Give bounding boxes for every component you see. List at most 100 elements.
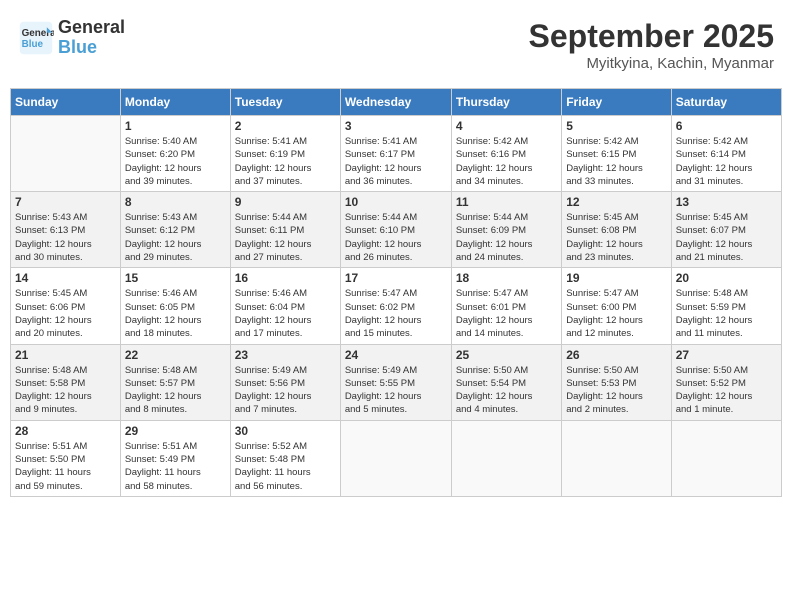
calendar-cell: 3 Sunrise: 5:41 AM Sunset: 6:17 PM Daylig…	[340, 116, 451, 192]
header-tuesday: Tuesday	[230, 89, 340, 116]
calendar-week-row: 1 Sunrise: 5:40 AM Sunset: 6:20 PM Daylig…	[11, 116, 782, 192]
cell-info: Sunrise: 5:47 AM Sunset: 6:01 PM Dayligh…	[456, 287, 557, 340]
day-number: 19	[566, 271, 666, 285]
day-number: 16	[235, 271, 336, 285]
cell-info: Sunrise: 5:44 AM Sunset: 6:11 PM Dayligh…	[235, 211, 336, 264]
cell-info: Sunrise: 5:51 AM Sunset: 5:50 PM Dayligh…	[15, 440, 116, 493]
calendar: SundayMondayTuesdayWednesdayThursdayFrid…	[10, 88, 782, 497]
logo: General Blue General Blue	[10, 10, 133, 66]
header-wednesday: Wednesday	[340, 89, 451, 116]
header-monday: Monday	[120, 89, 230, 116]
page-header: General Blue General Blue September 2025…	[10, 10, 782, 80]
day-number: 1	[125, 119, 226, 133]
day-number: 24	[345, 348, 447, 362]
calendar-cell: 28 Sunrise: 5:51 AM Sunset: 5:50 PM Dayli…	[11, 420, 121, 496]
day-number: 22	[125, 348, 226, 362]
day-number: 21	[15, 348, 116, 362]
calendar-cell: 15Sunrise: 5:46 AM Sunset: 6:05 PM Dayli…	[120, 268, 230, 344]
location-title: Myitkyina, Kachin, Myanmar	[529, 55, 774, 72]
calendar-cell: 8Sunrise: 5:43 AM Sunset: 6:12 PM Daylig…	[120, 192, 230, 268]
cell-info: Sunrise: 5:51 AM Sunset: 5:49 PM Dayligh…	[125, 440, 226, 493]
cell-info: Sunrise: 5:49 AM Sunset: 5:55 PM Dayligh…	[345, 364, 447, 417]
calendar-week-row: 7 Sunrise: 5:43 AM Sunset: 6:13 PM Daylig…	[11, 192, 782, 268]
calendar-week-row: 21 Sunrise: 5:48 AM Sunset: 5:58 PM Dayli…	[11, 344, 782, 420]
day-number: 29	[125, 424, 226, 438]
day-number: 17	[345, 271, 447, 285]
calendar-week-row: 14Sunrise: 5:45 AM Sunset: 6:06 PM Dayli…	[11, 268, 782, 344]
calendar-cell	[340, 420, 451, 496]
cell-info: Sunrise: 5:45 AM Sunset: 6:07 PM Dayligh…	[676, 211, 777, 264]
calendar-cell	[451, 420, 561, 496]
calendar-cell: 20 Sunrise: 5:48 AM Sunset: 5:59 PM Dayli…	[671, 268, 781, 344]
calendar-cell: 23 Sunrise: 5:49 AM Sunset: 5:56 PM Dayli…	[230, 344, 340, 420]
title-area: September 2025 Myitkyina, Kachin, Myanma…	[521, 10, 782, 80]
header-thursday: Thursday	[451, 89, 561, 116]
cell-info: Sunrise: 5:50 AM Sunset: 5:54 PM Dayligh…	[456, 364, 557, 417]
day-number: 18	[456, 271, 557, 285]
calendar-cell: 19 Sunrise: 5:47 AM Sunset: 6:00 PM Dayli…	[562, 268, 671, 344]
cell-info: Sunrise: 5:50 AM Sunset: 5:53 PM Dayligh…	[566, 364, 666, 417]
day-number: 13	[676, 195, 777, 209]
svg-text:Blue: Blue	[22, 39, 44, 50]
calendar-cell: 6 Sunrise: 5:42 AM Sunset: 6:14 PM Daylig…	[671, 116, 781, 192]
calendar-cell: 24 Sunrise: 5:49 AM Sunset: 5:55 PM Dayli…	[340, 344, 451, 420]
calendar-cell: 9 Sunrise: 5:44 AM Sunset: 6:11 PM Daylig…	[230, 192, 340, 268]
calendar-cell: 30Sunrise: 5:52 AM Sunset: 5:48 PM Dayli…	[230, 420, 340, 496]
calendar-cell: 18 Sunrise: 5:47 AM Sunset: 6:01 PM Dayli…	[451, 268, 561, 344]
cell-info: Sunrise: 5:44 AM Sunset: 6:09 PM Dayligh…	[456, 211, 557, 264]
calendar-cell: 12 Sunrise: 5:45 AM Sunset: 6:08 PM Dayli…	[562, 192, 671, 268]
calendar-cell: 25Sunrise: 5:50 AM Sunset: 5:54 PM Dayli…	[451, 344, 561, 420]
calendar-cell: 5Sunrise: 5:42 AM Sunset: 6:15 PM Daylig…	[562, 116, 671, 192]
cell-info: Sunrise: 5:41 AM Sunset: 6:17 PM Dayligh…	[345, 135, 447, 188]
cell-info: Sunrise: 5:48 AM Sunset: 5:59 PM Dayligh…	[676, 287, 777, 340]
cell-info: Sunrise: 5:42 AM Sunset: 6:14 PM Dayligh…	[676, 135, 777, 188]
cell-info: Sunrise: 5:40 AM Sunset: 6:20 PM Dayligh…	[125, 135, 226, 188]
cell-info: Sunrise: 5:47 AM Sunset: 6:00 PM Dayligh…	[566, 287, 666, 340]
cell-info: Sunrise: 5:48 AM Sunset: 5:58 PM Dayligh…	[15, 364, 116, 417]
logo-icon: General Blue	[18, 20, 54, 56]
cell-info: Sunrise: 5:41 AM Sunset: 6:19 PM Dayligh…	[235, 135, 336, 188]
day-number: 9	[235, 195, 336, 209]
calendar-cell: 13 Sunrise: 5:45 AM Sunset: 6:07 PM Dayli…	[671, 192, 781, 268]
day-number: 12	[566, 195, 666, 209]
calendar-week-row: 28 Sunrise: 5:51 AM Sunset: 5:50 PM Dayli…	[11, 420, 782, 496]
calendar-cell: 14Sunrise: 5:45 AM Sunset: 6:06 PM Dayli…	[11, 268, 121, 344]
cell-info: Sunrise: 5:42 AM Sunset: 6:15 PM Dayligh…	[566, 135, 666, 188]
day-number: 26	[566, 348, 666, 362]
day-number: 7	[15, 195, 116, 209]
day-number: 20	[676, 271, 777, 285]
cell-info: Sunrise: 5:49 AM Sunset: 5:56 PM Dayligh…	[235, 364, 336, 417]
cell-info: Sunrise: 5:50 AM Sunset: 5:52 PM Dayligh…	[676, 364, 777, 417]
calendar-cell: 16 Sunrise: 5:46 AM Sunset: 6:04 PM Dayli…	[230, 268, 340, 344]
cell-info: Sunrise: 5:48 AM Sunset: 5:57 PM Dayligh…	[125, 364, 226, 417]
day-number: 28	[15, 424, 116, 438]
cell-info: Sunrise: 5:52 AM Sunset: 5:48 PM Dayligh…	[235, 440, 336, 493]
header-sunday: Sunday	[11, 89, 121, 116]
calendar-cell: 2 Sunrise: 5:41 AM Sunset: 6:19 PM Daylig…	[230, 116, 340, 192]
calendar-cell: 4Sunrise: 5:42 AM Sunset: 6:16 PM Daylig…	[451, 116, 561, 192]
day-number: 3	[345, 119, 447, 133]
calendar-cell: 21 Sunrise: 5:48 AM Sunset: 5:58 PM Dayli…	[11, 344, 121, 420]
day-number: 23	[235, 348, 336, 362]
cell-info: Sunrise: 5:46 AM Sunset: 6:04 PM Dayligh…	[235, 287, 336, 340]
calendar-cell: 1 Sunrise: 5:40 AM Sunset: 6:20 PM Daylig…	[120, 116, 230, 192]
day-number: 11	[456, 195, 557, 209]
calendar-header-row: SundayMondayTuesdayWednesdayThursdayFrid…	[11, 89, 782, 116]
calendar-cell: 27 Sunrise: 5:50 AM Sunset: 5:52 PM Dayli…	[671, 344, 781, 420]
calendar-cell: 29 Sunrise: 5:51 AM Sunset: 5:49 PM Dayli…	[120, 420, 230, 496]
calendar-cell: 22 Sunrise: 5:48 AM Sunset: 5:57 PM Dayli…	[120, 344, 230, 420]
calendar-cell: 10Sunrise: 5:44 AM Sunset: 6:10 PM Dayli…	[340, 192, 451, 268]
day-number: 6	[676, 119, 777, 133]
cell-info: Sunrise: 5:47 AM Sunset: 6:02 PM Dayligh…	[345, 287, 447, 340]
calendar-cell	[671, 420, 781, 496]
calendar-cell	[562, 420, 671, 496]
calendar-cell: 11 Sunrise: 5:44 AM Sunset: 6:09 PM Dayli…	[451, 192, 561, 268]
day-number: 2	[235, 119, 336, 133]
day-number: 27	[676, 348, 777, 362]
day-number: 14	[15, 271, 116, 285]
cell-info: Sunrise: 5:43 AM Sunset: 6:13 PM Dayligh…	[15, 211, 116, 264]
day-number: 4	[456, 119, 557, 133]
cell-info: Sunrise: 5:43 AM Sunset: 6:12 PM Dayligh…	[125, 211, 226, 264]
header-saturday: Saturday	[671, 89, 781, 116]
cell-info: Sunrise: 5:45 AM Sunset: 6:08 PM Dayligh…	[566, 211, 666, 264]
